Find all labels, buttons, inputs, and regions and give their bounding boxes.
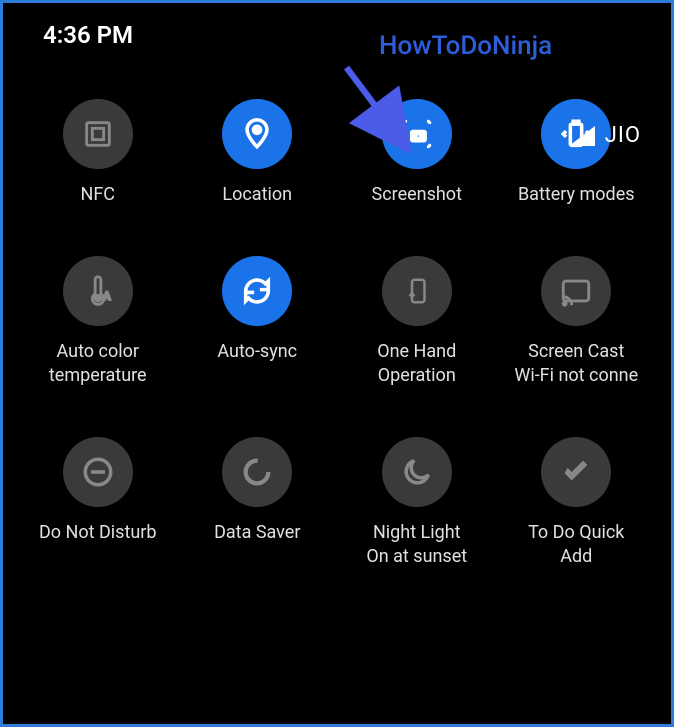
tile-todo-quick-add[interactable]: To Do Quick Add	[502, 437, 652, 568]
tile-circle	[222, 437, 292, 507]
tile-circle	[222, 256, 292, 326]
carrier-label: JIO	[605, 123, 641, 148]
nfc-icon	[81, 117, 115, 151]
tile-screenshot[interactable]: Screenshot	[342, 99, 492, 206]
status-right: JIO	[569, 123, 641, 148]
tile-circle	[382, 256, 452, 326]
signal-icon	[569, 126, 595, 146]
cast-icon	[559, 274, 593, 308]
datasaver-icon	[240, 455, 274, 489]
tile-circle	[63, 437, 133, 507]
tile-circle	[382, 437, 452, 507]
tile-circle	[222, 99, 292, 169]
tile-label: Auto-sync	[217, 340, 297, 363]
tile-auto-sync[interactable]: Auto-sync	[183, 256, 333, 387]
tile-circle	[382, 99, 452, 169]
tile-label: NFC	[80, 183, 115, 206]
status-time: 4:36 PM	[43, 21, 133, 49]
tile-nfc[interactable]: NFC	[23, 99, 173, 206]
tile-data-saver[interactable]: Data Saver	[183, 437, 333, 568]
tile-label: Battery modes	[518, 183, 635, 206]
tile-screen-cast[interactable]: Screen Cast Wi-Fi not conne	[502, 256, 652, 387]
tile-location[interactable]: Location	[183, 99, 333, 206]
watermark-text: HowToDoNinja	[379, 31, 552, 61]
location-icon	[240, 117, 274, 151]
tile-battery-modes[interactable]: Battery modes	[502, 99, 652, 206]
sync-icon	[240, 274, 274, 308]
dnd-icon	[81, 455, 115, 489]
tile-label: Night Light On at sunset	[366, 521, 467, 568]
tile-label: Location	[222, 183, 292, 206]
tile-one-hand[interactable]: One Hand Operation	[342, 256, 492, 387]
tile-circle	[63, 99, 133, 169]
tile-circle	[541, 256, 611, 326]
thermometer-icon: A	[81, 274, 115, 308]
tile-label: To Do Quick Add	[528, 521, 624, 568]
tile-label: Auto color temperature	[49, 340, 147, 387]
onehand-icon	[402, 276, 432, 306]
tile-label: Do Not Disturb	[39, 521, 157, 544]
status-bar: 4:36 PM	[3, 3, 671, 59]
tile-auto-color-temp[interactable]: A Auto color temperature	[23, 256, 173, 387]
tile-label: Screenshot	[372, 183, 462, 206]
tile-night-light[interactable]: Night Light On at sunset	[342, 437, 492, 568]
svg-text:A: A	[103, 292, 110, 303]
screenshot-icon	[400, 117, 434, 151]
nightlight-icon	[400, 455, 434, 489]
tile-label: Data Saver	[214, 521, 300, 544]
tile-label: Screen Cast Wi-Fi not conne	[514, 340, 638, 387]
tile-label: One Hand Operation	[377, 340, 456, 387]
tile-dnd[interactable]: Do Not Disturb	[23, 437, 173, 568]
todo-icon	[559, 455, 593, 489]
tile-circle	[541, 437, 611, 507]
tile-circle: A	[63, 256, 133, 326]
